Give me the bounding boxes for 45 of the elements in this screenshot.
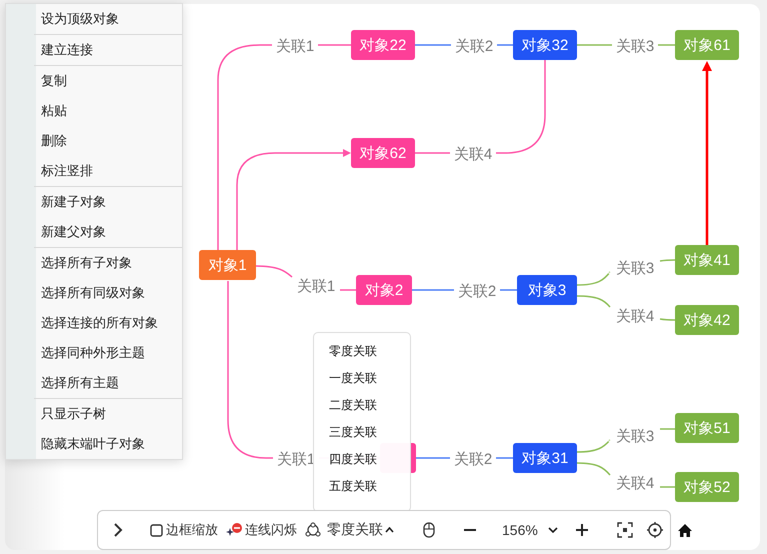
- menu-item[interactable]: 删除: [34, 126, 182, 156]
- association-button[interactable]: 零度关联: [302, 517, 397, 543]
- menu-item[interactable]: 标注竖排: [34, 156, 182, 186]
- menu-item[interactable]: 新建父对象: [34, 217, 182, 247]
- edge-label: 关联2: [458, 283, 496, 300]
- sparkle-icon: [226, 522, 243, 538]
- network-icon: [305, 522, 321, 538]
- edge-label: 关联3: [616, 260, 654, 277]
- edge-label: 关联2: [454, 38, 494, 55]
- line-flash-button[interactable]: 连线闪烁: [223, 517, 300, 543]
- dropdown-option[interactable]: 三度关联: [314, 419, 410, 446]
- edge-label: 关联4: [454, 146, 492, 163]
- edge-label: 关联1: [296, 278, 336, 295]
- menu-item[interactable]: 选择所有子对象: [34, 248, 182, 278]
- menu-item[interactable]: 选择同种外形主题: [34, 338, 182, 368]
- edge-label: 关联3: [616, 38, 654, 55]
- frame-zoom-button[interactable]: 边框缩放: [146, 517, 221, 543]
- caret-up-icon: [385, 527, 394, 533]
- menu-item[interactable]: 复制: [34, 66, 182, 96]
- dropdown-option[interactable]: 四度关联: [314, 446, 410, 473]
- dropdown-option[interactable]: 五度关联: [314, 473, 410, 500]
- frame-icon: [149, 522, 164, 538]
- menu-item[interactable]: 粘贴: [34, 96, 182, 126]
- zoom-select[interactable]: 156%: [499, 518, 561, 542]
- caret-down-icon: [548, 527, 558, 533]
- menu-item[interactable]: 选择所有同级对象: [34, 278, 182, 308]
- edge-label: 关联2: [454, 451, 492, 468]
- menu-item[interactable]: 设为顶级对象: [34, 4, 182, 34]
- node[interactable]: 对象3: [517, 275, 577, 305]
- dropdown-option[interactable]: 零度关联: [314, 338, 410, 365]
- menu-item[interactable]: 新建子对象: [34, 187, 182, 217]
- dropdown-option[interactable]: 二度关联: [314, 392, 410, 419]
- menu-item[interactable]: 只显示子树: [34, 399, 182, 429]
- menu-item[interactable]: 建立连接: [34, 35, 182, 65]
- menu-item[interactable]: 选择所有主题: [34, 368, 182, 398]
- node[interactable]: 对象31: [513, 443, 577, 473]
- edge-label: 关联4: [616, 308, 654, 325]
- edge-label: 关联1: [276, 38, 314, 55]
- menu-item[interactable]: 隐藏末端叶子对象: [34, 429, 182, 459]
- node[interactable]: 对象32: [513, 30, 577, 60]
- edge-label: 关联1: [276, 451, 316, 468]
- edge-label: 关联3: [616, 428, 654, 445]
- edge-label: 关联4: [616, 475, 654, 492]
- menu-item[interactable]: 选择连接的所有对象: [34, 308, 182, 338]
- dropdown-option[interactable]: 一度关联: [314, 365, 410, 392]
